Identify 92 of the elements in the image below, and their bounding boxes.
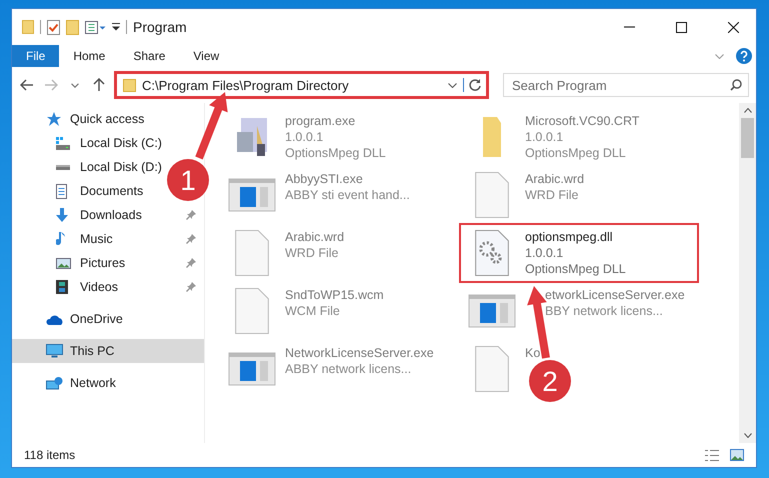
step-number-badge: 1 [167,159,209,201]
folder-icon [483,117,501,157]
file-detail: 1.0.0.1 [525,129,564,145]
scrollbar[interactable] [739,103,756,443]
ribbon-tab[interactable]: View [179,45,234,67]
application-window-icon [228,178,276,212]
folder-icon [123,78,136,92]
scrollbar-thumb[interactable] [741,118,754,158]
ribbon-tab[interactable]: Share [119,45,180,67]
large-icons-view-icon[interactable] [730,449,744,461]
minimize-icon [624,26,634,28]
file-detail: OptionsMpeg DLL [525,261,626,277]
application-window-icon [468,294,516,328]
maximize-icon [676,22,686,32]
file-detail: BBY network licens... [545,303,664,319]
document-icon [56,184,67,198]
application-icon [237,118,267,156]
file-detail: WCM File [285,303,341,319]
film-icon [56,280,68,294]
pin-icon[interactable] [186,210,196,220]
scroll-down-icon[interactable] [744,433,752,438]
file-name[interactable]: Arabic.wrd [285,229,344,245]
item-count: 118 items [24,448,76,462]
file-name[interactable]: Ko [525,345,540,361]
file-detail: OptionsMpeg DLL [285,145,386,161]
details-view-icon[interactable] [705,450,720,460]
navigation-item[interactable]: Local Disk (C:) [12,131,162,155]
help-icon[interactable] [736,48,752,64]
arrow [195,92,228,160]
back-arrow-icon[interactable] [20,79,34,91]
download-icon [56,208,68,222]
navigation-item[interactable]: Pictures [12,251,204,275]
navigation-item[interactable]: Local Disk (D:) [12,155,162,179]
chevron-icon[interactable] [71,82,79,88]
drive-icon [56,164,70,170]
file-name[interactable]: etworkLicenseServer.exe [545,287,685,303]
file-icon [475,346,509,392]
gears-file-icon [475,230,509,276]
close-icon [728,22,738,32]
file-name[interactable]: SndToWP15.wcm [285,287,384,303]
navigation-item[interactable]: Quick access [12,107,144,131]
ribbon-tab[interactable]: Home [59,45,120,67]
pin-icon[interactable] [186,258,196,268]
customize-toolbar-icon[interactable] [112,23,120,31]
file-detail: 1.0.0.1 [525,245,564,261]
chevron-icon[interactable] [448,82,457,88]
navigation-item[interactable]: OneDrive [12,307,123,331]
checklist-icon[interactable] [47,20,60,34]
navigation-item[interactable]: Documents [12,179,144,203]
file-detail: WRD File [285,245,340,261]
file-name[interactable]: Arabic.wrd [525,171,584,187]
music-note-icon [56,232,65,246]
navigation-item[interactable]: This PC [12,339,204,363]
cloud-icon [46,314,63,324]
file-detail: ABBY network licens... [285,361,412,377]
file-icon [235,230,269,276]
address-bar[interactable]: C:\Program Files\Program Directory [114,71,489,99]
file-detail: OptionsMpeg DLL [525,145,627,161]
navigation-item[interactable]: Music [12,227,204,251]
scroll-up-icon[interactable] [744,108,752,113]
file-name[interactable]: optionsmpeg.dll [525,229,626,245]
refresh-icon[interactable] [468,78,482,92]
up-arrow-icon[interactable] [93,78,105,92]
file-name[interactable]: Microsoft.VC90.CRT [525,113,640,129]
search-icon [730,79,742,91]
file-name[interactable]: NetworkLicenseServer.exe [285,345,434,361]
navigation-item[interactable]: Videos [12,275,204,299]
folder-icon[interactable] [66,20,79,34]
pin-icon[interactable] [186,282,196,292]
pictures-icon [56,258,71,268]
properties-icon[interactable] [85,20,106,34]
file-name[interactable]: program.exe [285,113,386,129]
monitor-icon [46,344,63,358]
address-path: C:\Program Files\Program Directory [142,78,350,92]
navigation-item[interactable]: Downloads [12,203,204,227]
file-icon [235,288,269,334]
file-detail: WRD File [525,187,580,203]
application-window-icon [228,352,276,386]
star-icon [46,112,62,126]
file-menu-button[interactable]: File [12,45,60,67]
drive-icon [56,136,70,150]
window-title: Program [133,19,188,35]
file-name[interactable]: AbbyySTI.exe [285,171,410,187]
file-detail: 1.0.0.1 [285,129,324,145]
step-number-badge: 2 [529,360,571,402]
navigation-item[interactable]: Network [12,371,116,395]
search-field[interactable]: Search Program [503,73,749,97]
network-icon [46,376,63,390]
file-icon [475,172,509,218]
pin-icon[interactable] [186,234,196,244]
expand-ribbon-icon[interactable] [715,54,724,58]
file-detail: ABBY sti event hand... [285,187,410,203]
